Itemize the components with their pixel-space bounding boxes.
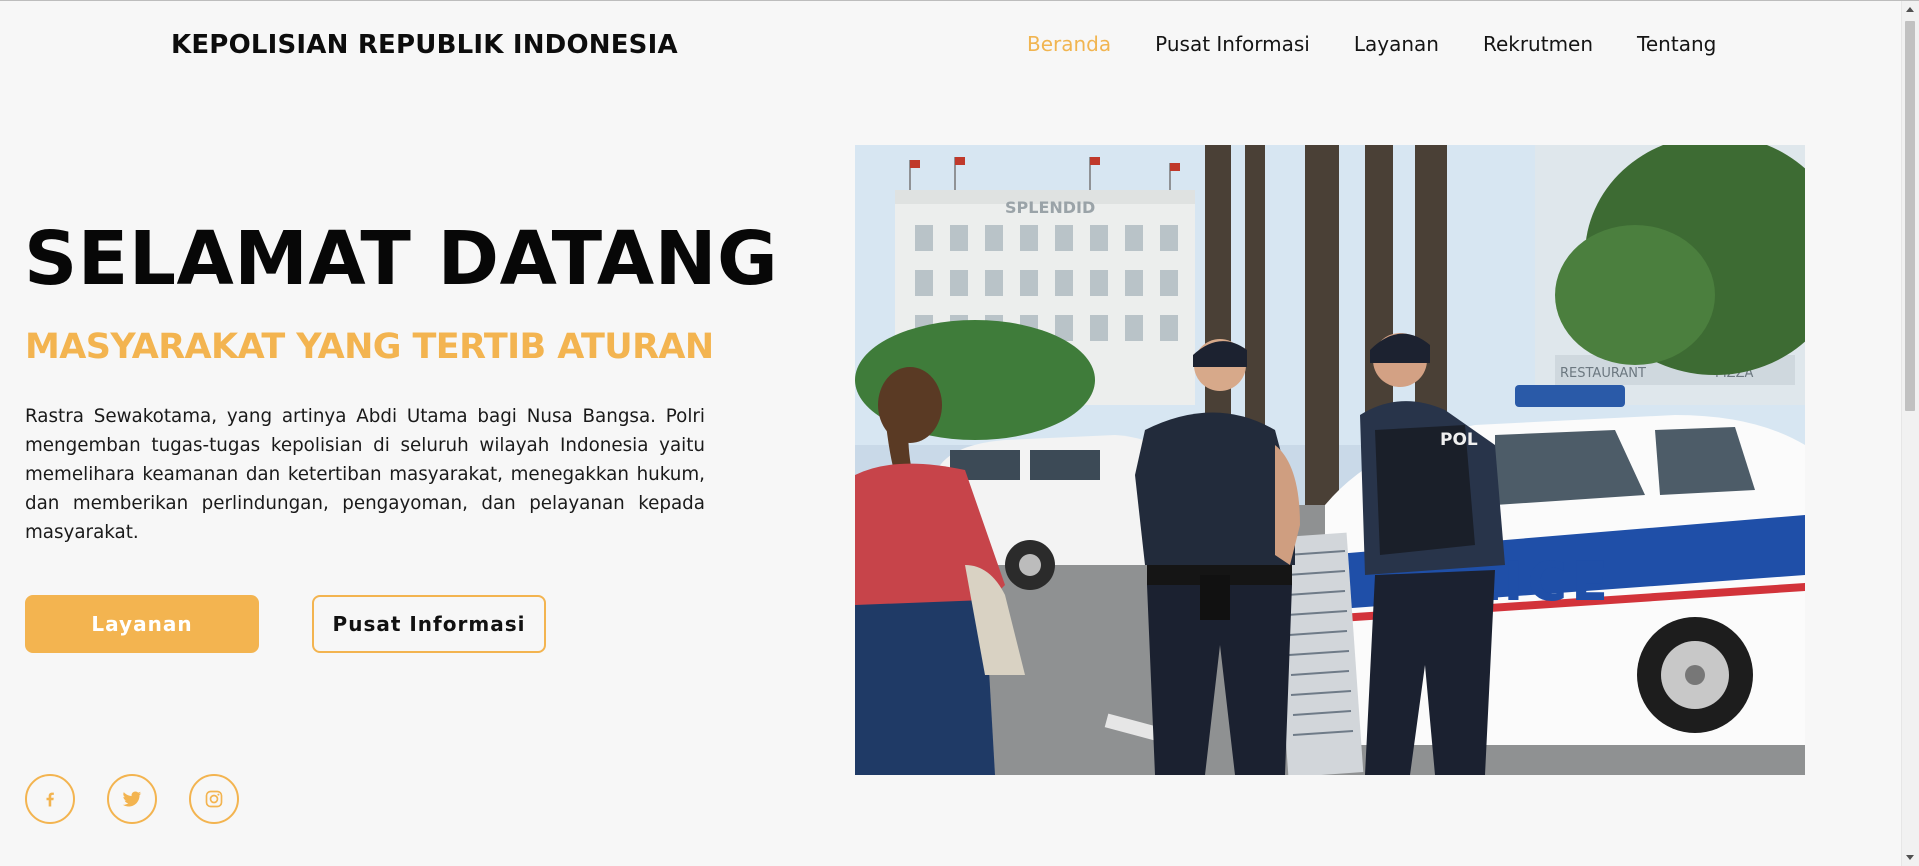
nav-item-layanan[interactable]: Layanan (1354, 32, 1439, 56)
hero-title: SELAMAT DATANG (24, 216, 779, 302)
nav-item-pusat-informasi[interactable]: Pusat Informasi (1155, 32, 1310, 56)
scrollbar-thumb[interactable] (1905, 21, 1915, 411)
social-links (25, 774, 239, 824)
scroll-down-arrow-icon[interactable] (1906, 855, 1914, 860)
main-nav: Beranda Pusat Informasi Layanan Rekrutme… (1027, 32, 1716, 56)
hero-description: Rastra Sewakotama, yang artinya Abdi Uta… (25, 406, 705, 543)
instagram-button[interactable] (189, 774, 239, 824)
nav-item-rekrutmen[interactable]: Rekrutmen (1483, 32, 1593, 56)
vest-police-text: POL (1440, 430, 1478, 450)
hero-subtitle: MASYARAKAT YANG TERTIB ATURAN (25, 327, 714, 367)
twitter-button[interactable] (107, 774, 157, 824)
pusat-informasi-button[interactable]: Pusat Informasi (312, 595, 546, 653)
nav-item-tentang[interactable]: Tentang (1637, 32, 1716, 56)
police-street-scene: SPLENDID RESTAURANT PIZZA (855, 145, 1805, 775)
scroll-up-arrow-icon[interactable] (1906, 7, 1914, 12)
instagram-icon (205, 790, 223, 808)
site-title: KEPOLISIAN REPUBLIK INDONESIA (171, 30, 678, 60)
vertical-scrollbar[interactable] (1901, 1, 1919, 866)
layanan-button[interactable]: Layanan (25, 595, 259, 653)
window-top-border (0, 0, 1919, 1)
hero-photo: SPLENDID RESTAURANT PIZZA (855, 145, 1805, 775)
twitter-icon (122, 791, 142, 807)
facebook-icon (46, 792, 54, 807)
facebook-button[interactable] (25, 774, 75, 824)
hotel-sign: SPLENDID (1005, 198, 1095, 217)
nav-item-beranda[interactable]: Beranda (1027, 32, 1111, 56)
restaurant-sign: RESTAURANT (1560, 366, 1646, 381)
